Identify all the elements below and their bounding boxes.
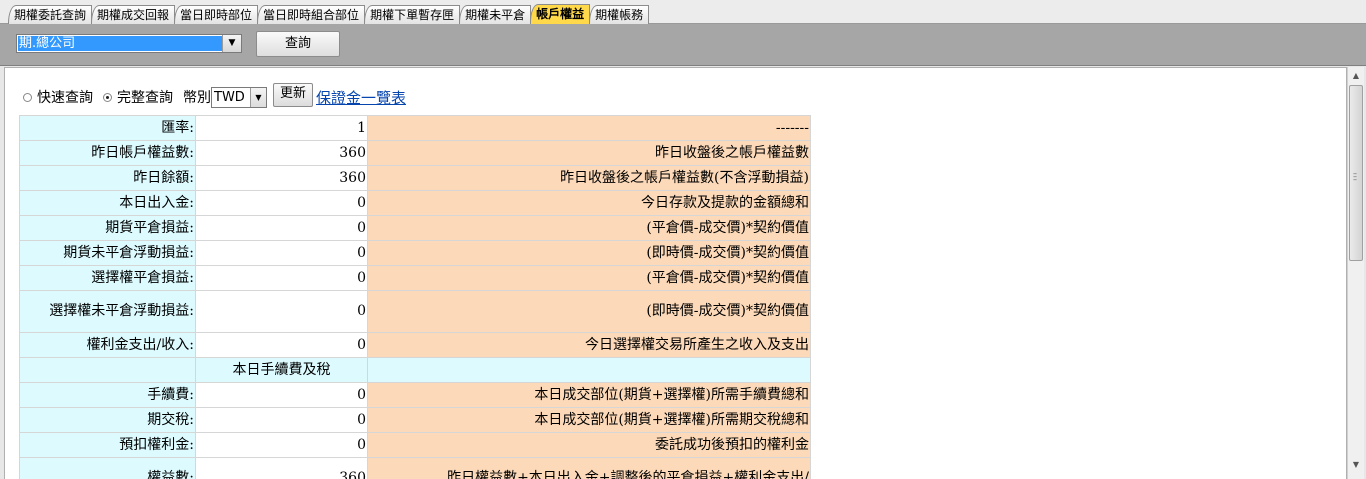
account-select[interactable]: 期.總公司 ▼ — [16, 34, 242, 53]
row-value: 0 — [195, 290, 368, 333]
row-description: (平倉價-成交價)*契約價值 — [367, 265, 811, 291]
table-row: 選擇權未平倉浮動損益: 0 (即時價-成交價)*契約價值 — [19, 290, 811, 333]
table-row: 預扣權利金: 0 委託成功後預扣的權利金 — [19, 432, 811, 458]
tab-list: 期權委託查詢 期權成交回報 當日即時部位 當日即時組合部位 期權下單暫存匣 期權… — [8, 4, 650, 24]
section-spacer — [19, 357, 196, 383]
currency-select[interactable]: TWD ▼ — [211, 86, 267, 108]
tab-order-draft-box[interactable]: 期權下單暫存匣 — [364, 5, 461, 24]
table-row: 手續費: 0 本日成交部位(期貨+選擇權)所需手續費總和 — [19, 382, 811, 408]
row-label: 預扣權利金: — [19, 432, 196, 458]
table-row: 期交稅: 0 本日成交部位(期貨+選擇權)所需期交稅總和 — [19, 407, 811, 433]
quick-query-label: 快速查詢 — [37, 90, 93, 106]
row-description: (平倉價-成交價)*契約價值 — [367, 215, 811, 241]
row-label: 選擇權平倉損益: — [19, 265, 196, 291]
margin-list-link[interactable]: 保證金一覽表 — [316, 87, 406, 108]
row-value: 0 — [195, 265, 368, 291]
row-label: 選擇權未平倉浮動損益: — [19, 290, 196, 333]
tab-realtime-combo-position[interactable]: 當日即時組合部位 — [257, 5, 366, 24]
table-row: 昨日帳戶權益數: 360 昨日收盤後之帳戶權益數 — [19, 140, 811, 166]
row-value: 0 — [195, 215, 368, 241]
scroll-up-icon[interactable]: ▲ — [1348, 67, 1364, 84]
section-row: 本日手續費及稅 — [19, 357, 811, 383]
account-select-value: 期.總公司 — [18, 36, 223, 51]
section-title: 本日手續費及稅 — [195, 357, 368, 383]
tab-order-query[interactable]: 期權委託查詢 — [8, 5, 93, 24]
table-row: 期貨平倉損益: 0 (平倉價-成交價)*契約價值 — [19, 215, 811, 241]
row-value: 0 — [195, 240, 368, 266]
row-value: 360 — [195, 165, 368, 191]
row-label: 期貨平倉損益: — [19, 215, 196, 241]
table-row: 昨日餘額: 360 昨日收盤後之帳戶權益數(不含浮動損益) — [19, 165, 811, 191]
row-value: 360 — [195, 140, 368, 166]
vertical-scrollbar[interactable]: ▲ – – – ▼ — [1347, 67, 1364, 479]
row-value: 1 — [195, 115, 368, 141]
row-label: 權利金支出/收入: — [19, 332, 196, 358]
radio-on-icon[interactable] — [103, 92, 112, 102]
tab-trade-report[interactable]: 期權成交回報 — [91, 5, 176, 24]
tab-account-ledger[interactable]: 期權帳務 — [589, 5, 650, 24]
refresh-button[interactable]: 更新 — [273, 83, 313, 107]
row-description: 昨日收盤後之帳戶權益數 — [367, 140, 811, 166]
section-spacer — [367, 357, 811, 383]
tab-account-equity[interactable]: 帳戶權益 — [530, 4, 591, 24]
row-label: 本日出入金: — [19, 190, 196, 216]
content-panel: 快速查詢 完整查詢 幣別 TWD ▼ 更新 保證金一覽表 匯率: 1 -----… — [4, 67, 1347, 479]
table-row: 本日出入金: 0 今日存款及提款的金額總和 — [19, 190, 811, 216]
row-description: 今日存款及提款的金額總和 — [367, 190, 811, 216]
equity-table: 匯率: 1 ------- 昨日帳戶權益數: 360 昨日收盤後之帳戶權益數 昨… — [19, 115, 811, 479]
table-row: 權利金支出/收入: 0 今日選擇權交易所產生之收入及支出 — [19, 332, 811, 358]
query-options: 快速查詢 完整查詢 幣別 TWD ▼ 更新 保證金一覽表 — [23, 83, 406, 110]
tab-strip: 期權委託查詢 期權成交回報 當日即時部位 當日即時組合部位 期權下單暫存匣 期權… — [0, 0, 1366, 24]
grip-icon: – – – — [1353, 169, 1357, 184]
row-label: 權益數: — [19, 457, 196, 479]
row-label: 匯率: — [19, 115, 196, 141]
table-row: 期貨未平倉浮動損益: 0 (即時價-成交價)*契約價值 — [19, 240, 811, 266]
currency-label: 幣別 — [183, 90, 211, 106]
row-description: 本日成交部位(期貨+選擇權)所需期交稅總和 — [367, 407, 811, 433]
scroll-thumb[interactable]: – – – — [1349, 85, 1363, 261]
row-description: (即時價-成交價)*契約價值 — [367, 290, 811, 333]
table-row: 選擇權平倉損益: 0 (平倉價-成交價)*契約價值 — [19, 265, 811, 291]
query-button[interactable]: 查詢 — [256, 31, 340, 57]
quick-query-radio[interactable]: 快速查詢 — [23, 87, 93, 107]
full-query-radio[interactable]: 完整查詢 — [103, 87, 173, 107]
table-row: 匯率: 1 ------- — [19, 115, 811, 141]
radio-off-icon[interactable] — [23, 92, 32, 102]
row-description: 昨日收盤後之帳戶權益數(不含浮動損益) — [367, 165, 811, 191]
row-value: 0 — [195, 407, 368, 433]
tab-realtime-position[interactable]: 當日即時部位 — [174, 5, 259, 24]
chevron-down-icon[interactable]: ▼ — [222, 35, 241, 52]
row-description: 昨日權益數+本日出入金+調整後的平倉損益+權利金支出/ — [367, 457, 811, 479]
row-value: 0 — [195, 332, 368, 358]
chevron-down-icon[interactable]: ▼ — [250, 87, 266, 107]
row-description: 委託成功後預扣的權利金 — [367, 432, 811, 458]
full-query-label: 完整查詢 — [117, 90, 173, 106]
toolbar: 期.總公司 ▼ 查詢 — [0, 24, 1366, 66]
row-value: 360 — [195, 457, 368, 479]
row-value: 0 — [195, 190, 368, 216]
row-label: 昨日餘額: — [19, 165, 196, 191]
scroll-down-icon[interactable]: ▼ — [1348, 456, 1364, 473]
row-description: (即時價-成交價)*契約價值 — [367, 240, 811, 266]
row-description: ------- — [367, 115, 811, 141]
row-label: 手續費: — [19, 382, 196, 408]
row-value: 0 — [195, 432, 368, 458]
row-value: 0 — [195, 382, 368, 408]
row-label: 期貨未平倉浮動損益: — [19, 240, 196, 266]
currency-value: TWD — [214, 89, 245, 105]
row-label: 昨日帳戶權益數: — [19, 140, 196, 166]
row-description: 本日成交部位(期貨+選擇權)所需手續費總和 — [367, 382, 811, 408]
row-description: 今日選擇權交易所產生之收入及支出 — [367, 332, 811, 358]
tab-open-interest[interactable]: 期權未平倉 — [459, 5, 532, 24]
table-row: 權益數: 360 昨日權益數+本日出入金+調整後的平倉損益+權利金支出/ — [19, 457, 811, 479]
row-label: 期交稅: — [19, 407, 196, 433]
